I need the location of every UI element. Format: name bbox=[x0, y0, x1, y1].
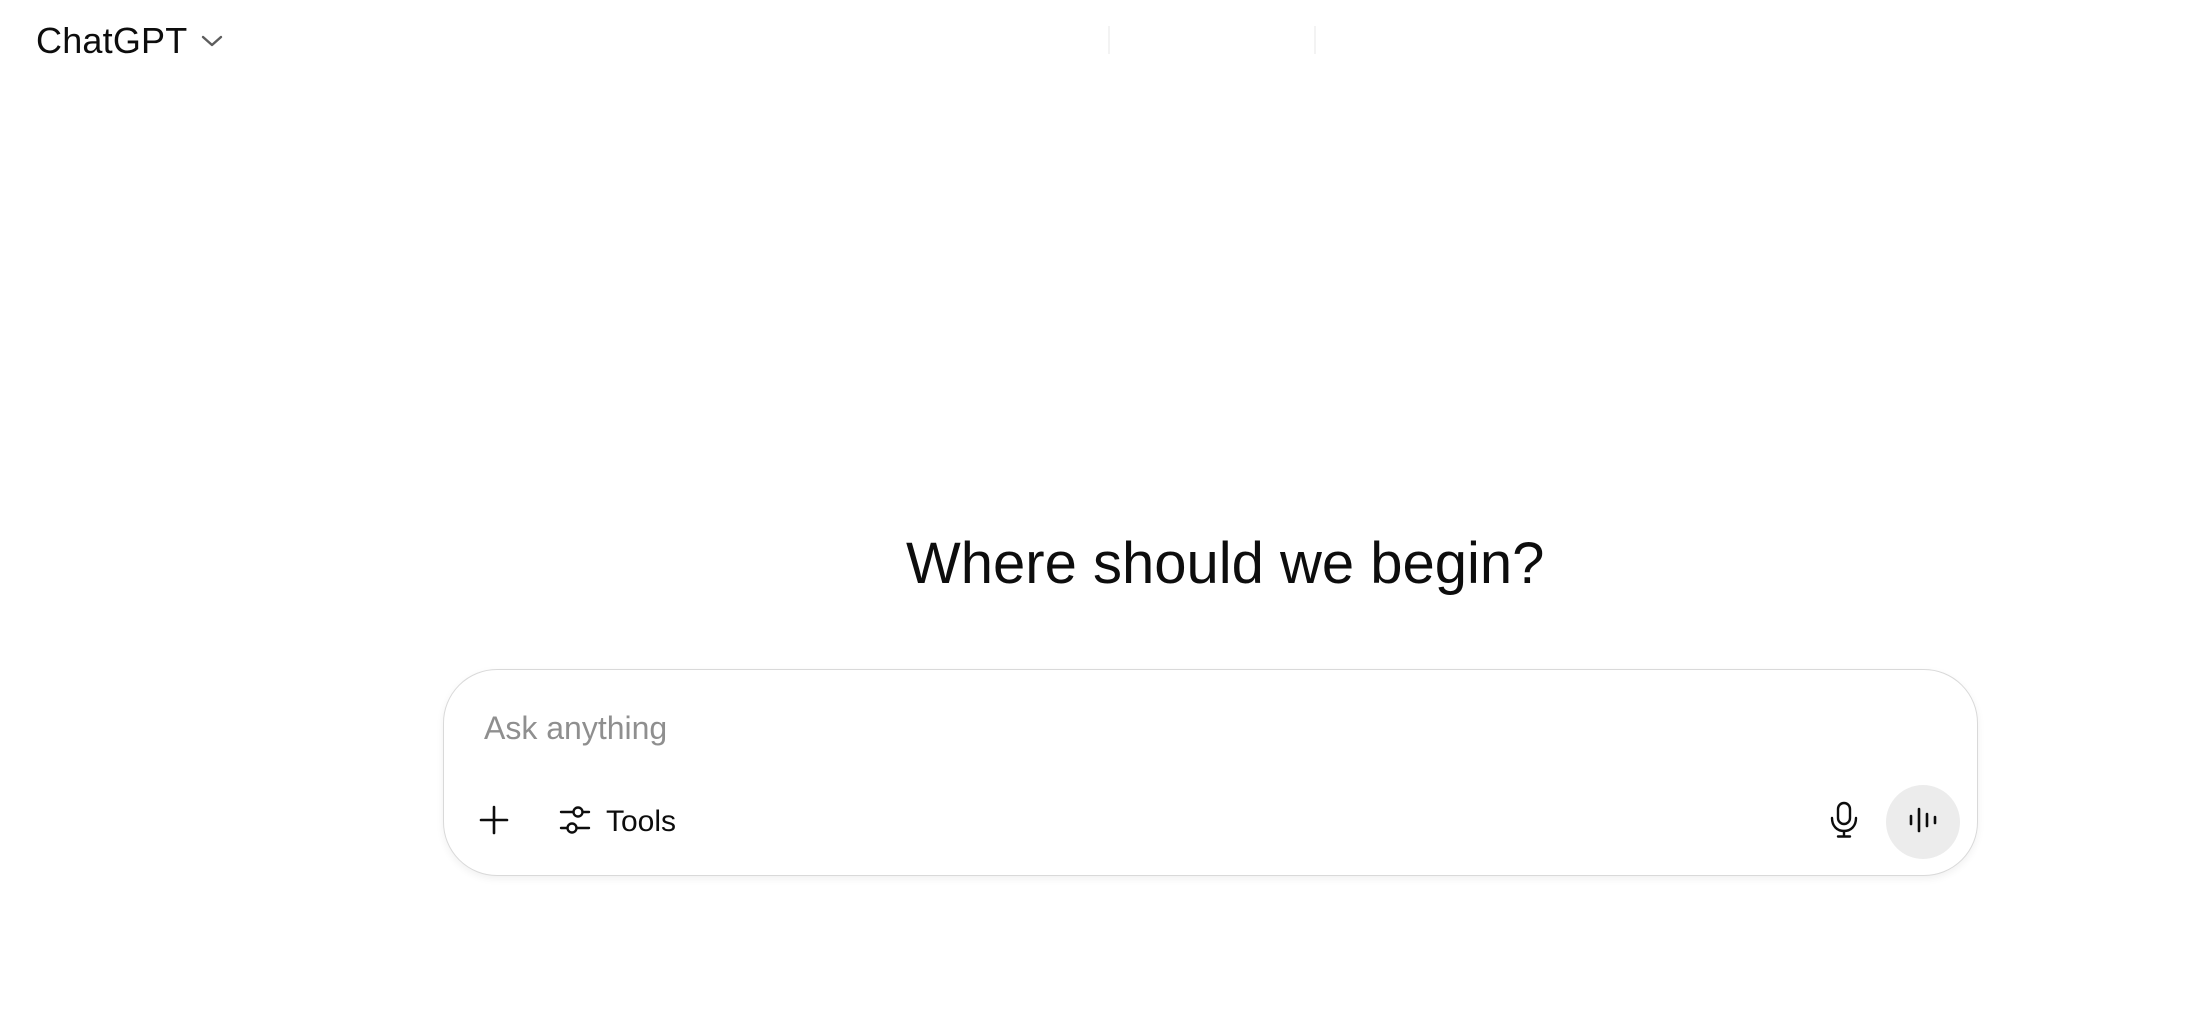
prompt-input[interactable] bbox=[484, 704, 1884, 752]
composer: Tools bbox=[443, 669, 1978, 876]
model-title: ChatGPT bbox=[36, 20, 188, 61]
dictate-button[interactable] bbox=[1818, 796, 1870, 848]
tools-button[interactable]: Tools bbox=[548, 796, 686, 848]
tools-label: Tools bbox=[606, 805, 677, 838]
page-heading: Where should we begin? bbox=[906, 531, 1545, 596]
add-attachment-button[interactable] bbox=[468, 796, 520, 848]
microphone-icon bbox=[1829, 801, 1859, 844]
voice-waveform-icon bbox=[1907, 806, 1939, 839]
header-divider bbox=[1108, 26, 1316, 54]
heading-container: Where should we begin? bbox=[0, 528, 2208, 600]
voice-mode-button[interactable] bbox=[1886, 785, 1960, 859]
chevron-down-icon bbox=[199, 28, 225, 54]
model-switcher[interactable]: ChatGPT bbox=[26, 14, 235, 68]
plus-icon bbox=[478, 804, 510, 841]
chat-page: ChatGPT Where should we begin? Ask anyth… bbox=[0, 0, 2208, 1036]
sliders-icon bbox=[558, 803, 592, 842]
